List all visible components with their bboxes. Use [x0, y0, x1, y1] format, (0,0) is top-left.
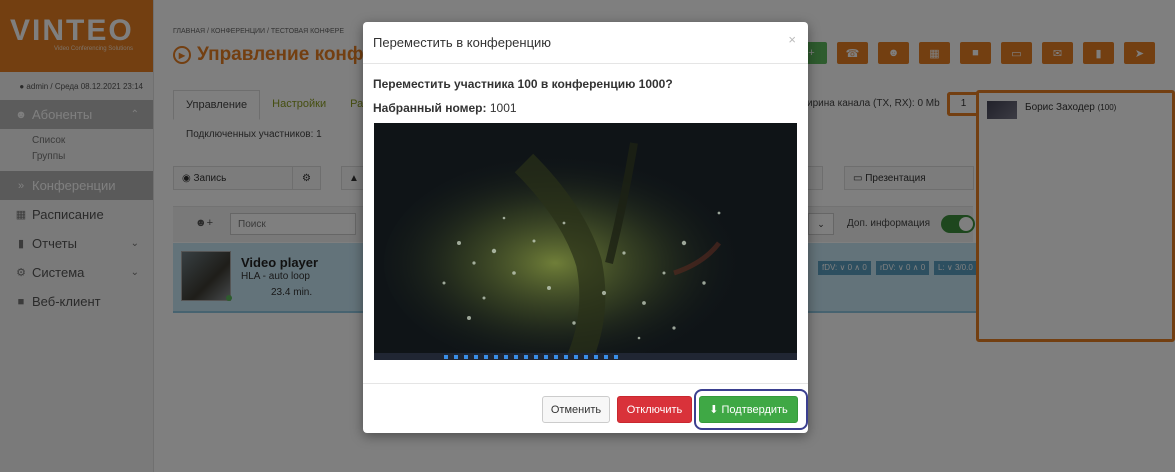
- confirm-button[interactable]: ⬇ Подтвердить: [699, 396, 798, 423]
- confirm-button-label: Подтвердить: [721, 403, 788, 416]
- download-icon: ⬇: [709, 404, 722, 416]
- forest-scene-image: [374, 123, 797, 360]
- dialed-number-label: Набранный номер:: [373, 101, 487, 115]
- video-preview: [374, 123, 797, 360]
- modal-question: Переместить участника 100 в конференцию …: [373, 77, 673, 91]
- dialed-number-value: 1001: [489, 101, 517, 115]
- dialed-number: Набранный номер: 1001: [373, 101, 517, 115]
- modal-footer: Отменить Отключить ⬇ Подтвердить: [363, 383, 808, 433]
- move-dialog: Переместить в конференцию × Переместить …: [363, 22, 808, 433]
- modal-header: Переместить в конференцию ×: [363, 22, 808, 64]
- close-icon[interactable]: ×: [788, 32, 796, 47]
- modal-title: Переместить в конференцию: [373, 35, 552, 50]
- taskbar: [374, 353, 797, 360]
- cancel-button[interactable]: Отменить: [542, 396, 610, 423]
- disconnect-button[interactable]: Отключить: [617, 396, 692, 423]
